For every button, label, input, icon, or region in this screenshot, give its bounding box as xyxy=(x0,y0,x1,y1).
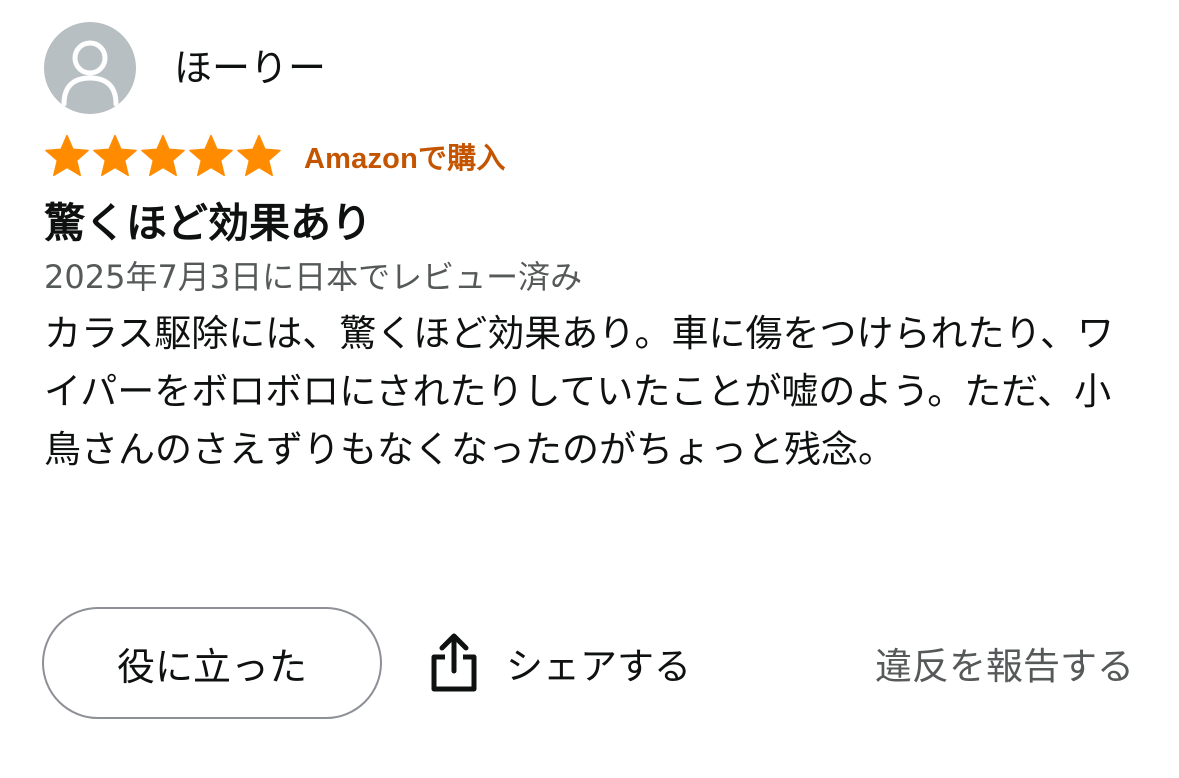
share-label: シェアする xyxy=(506,645,691,688)
verified-purchase-badge: Amazonで購入 xyxy=(304,143,506,175)
share-icon xyxy=(431,633,477,692)
review-actions: 役に立った シェアする 違反を報告する xyxy=(42,605,1142,721)
rating-row: Amazonで購入 xyxy=(44,132,1144,180)
review-body: カラス駆除には、驚くほど効果あり。車に傷をつけられたり、ワイパーをボロボロにされ… xyxy=(44,311,1115,471)
star-filled-icon xyxy=(189,134,233,177)
review-card: ほーりー Amazonで購入 驚くほど効果あり 2025年7月3日に日本でレビュ… xyxy=(44,22,1144,479)
star-filled-icon xyxy=(93,134,137,177)
author-row: ほーりー xyxy=(44,22,1144,114)
review-date: 2025年7月3日に日本でレビュー済み xyxy=(44,258,583,297)
helpful-button[interactable]: 役に立った xyxy=(42,607,382,719)
review-title: 驚くほど効果あり xyxy=(44,199,372,247)
author-name[interactable]: ほーりー xyxy=(174,49,326,87)
share-button[interactable]: シェアする xyxy=(428,633,691,693)
avatar xyxy=(44,22,136,114)
report-abuse-link[interactable]: 違反を報告する xyxy=(875,636,1134,690)
person-icon xyxy=(61,40,119,107)
star-filled-icon xyxy=(141,134,185,177)
star-filled-icon xyxy=(237,134,281,177)
star-rating[interactable] xyxy=(44,134,282,178)
star-filled-icon xyxy=(45,134,89,177)
